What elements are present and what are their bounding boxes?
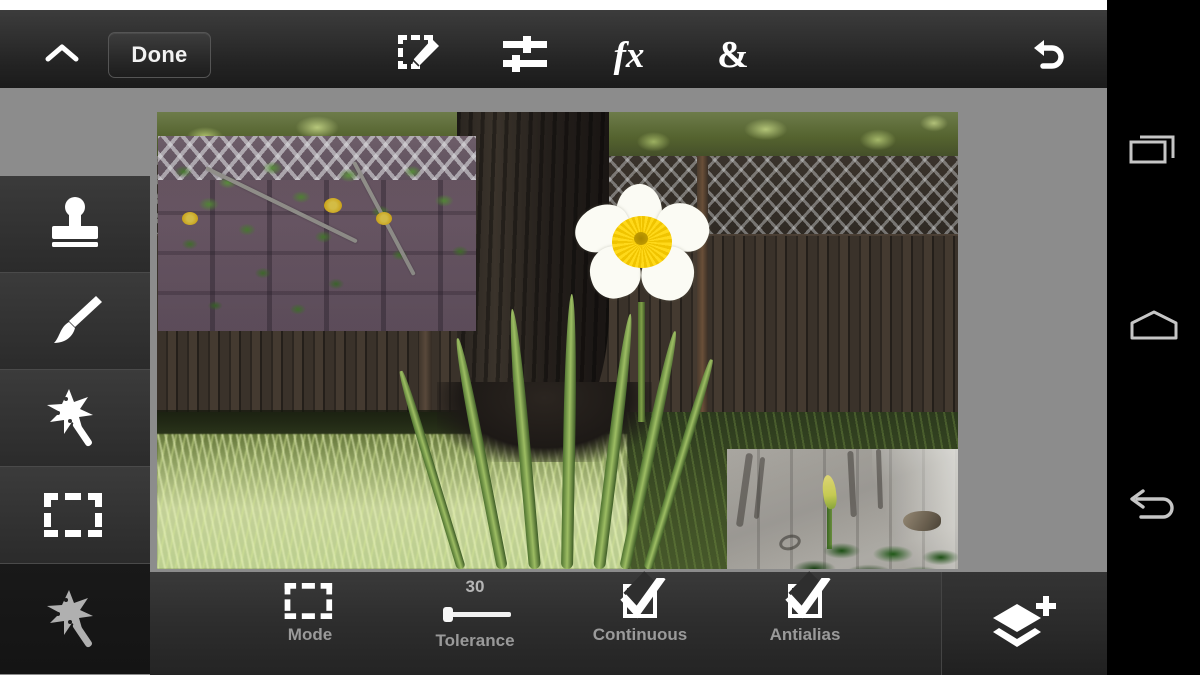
brush-icon xyxy=(54,296,102,343)
fx-icon: fx xyxy=(613,34,645,76)
sidebar-item-magic-wand-active[interactable] xyxy=(0,564,150,674)
mode-label: Mode xyxy=(287,625,333,644)
sidebar-item-clone-stamp[interactable] xyxy=(0,176,150,273)
magic-wand-icon xyxy=(47,389,93,447)
checkbox-checked-icon[interactable] xyxy=(620,571,666,619)
continuous-option[interactable]: Continuous xyxy=(575,571,705,650)
adjust-tool-button[interactable] xyxy=(488,28,562,82)
checkbox-checked-icon[interactable] xyxy=(785,571,831,619)
marquee-icon xyxy=(44,493,102,537)
android-navigation-bar xyxy=(1107,0,1200,675)
slider-track xyxy=(447,612,511,617)
marquee-pencil-icon xyxy=(398,35,439,69)
effects-tool-button[interactable]: fx xyxy=(592,28,666,82)
tolerance-value: 30 xyxy=(465,577,485,596)
ampersand-icon: & xyxy=(717,34,749,76)
stamp-icon xyxy=(52,197,98,247)
tolerance-label: Tolerance xyxy=(435,631,515,650)
slider-thumb[interactable] xyxy=(443,607,453,622)
antialias-option[interactable]: Antialias xyxy=(740,571,870,650)
sidebar-item-magic-wand[interactable] xyxy=(0,370,150,467)
marquee-icon xyxy=(284,583,333,619)
mode-option[interactable]: Mode xyxy=(245,578,375,650)
tolerance-option[interactable]: 30 Tolerance xyxy=(410,578,540,650)
frames-tool-button[interactable]: & xyxy=(696,28,770,82)
select-edit-tool-button[interactable] xyxy=(382,28,456,82)
undo-arrow-icon xyxy=(1034,40,1064,69)
antialias-label: Antialias xyxy=(769,625,841,644)
tolerance-slider[interactable] xyxy=(439,607,511,622)
home-icon xyxy=(1130,310,1177,340)
photo-viewport[interactable] xyxy=(157,112,958,569)
nav-recents-button[interactable] xyxy=(1107,110,1200,190)
top-toolbar: Done fx & xyxy=(0,10,1107,88)
undo-button[interactable] xyxy=(1018,28,1078,82)
add-layer-button[interactable] xyxy=(941,572,1107,675)
nav-home-button[interactable] xyxy=(1107,285,1200,365)
chevron-up-icon xyxy=(45,44,79,62)
nav-back-button[interactable] xyxy=(1107,465,1200,545)
tool-options-bar: Mode 30 Tolerance Continuous Antialias xyxy=(150,571,1107,675)
collapse-toolbar-button[interactable] xyxy=(38,38,86,68)
sidebar-item-paint-brush[interactable] xyxy=(0,273,150,370)
layer-brick-wall-ivy[interactable] xyxy=(158,136,476,331)
layer-white-fence-leaves[interactable] xyxy=(727,449,958,569)
done-button[interactable]: Done xyxy=(108,32,211,78)
daffodil-flower xyxy=(566,182,718,422)
recents-icon xyxy=(1129,135,1174,164)
magic-wand-icon xyxy=(47,590,93,648)
add-layer-icon xyxy=(992,595,1056,647)
sidebar-item-marquee[interactable] xyxy=(0,467,150,564)
photo-editor-app: Done fx & Mode 30 Tolerance Continuous A… xyxy=(0,0,1200,675)
continuous-label: Continuous xyxy=(592,625,688,644)
sliders-icon xyxy=(503,36,547,72)
tool-sidebar xyxy=(0,176,150,675)
back-icon xyxy=(1129,489,1174,519)
